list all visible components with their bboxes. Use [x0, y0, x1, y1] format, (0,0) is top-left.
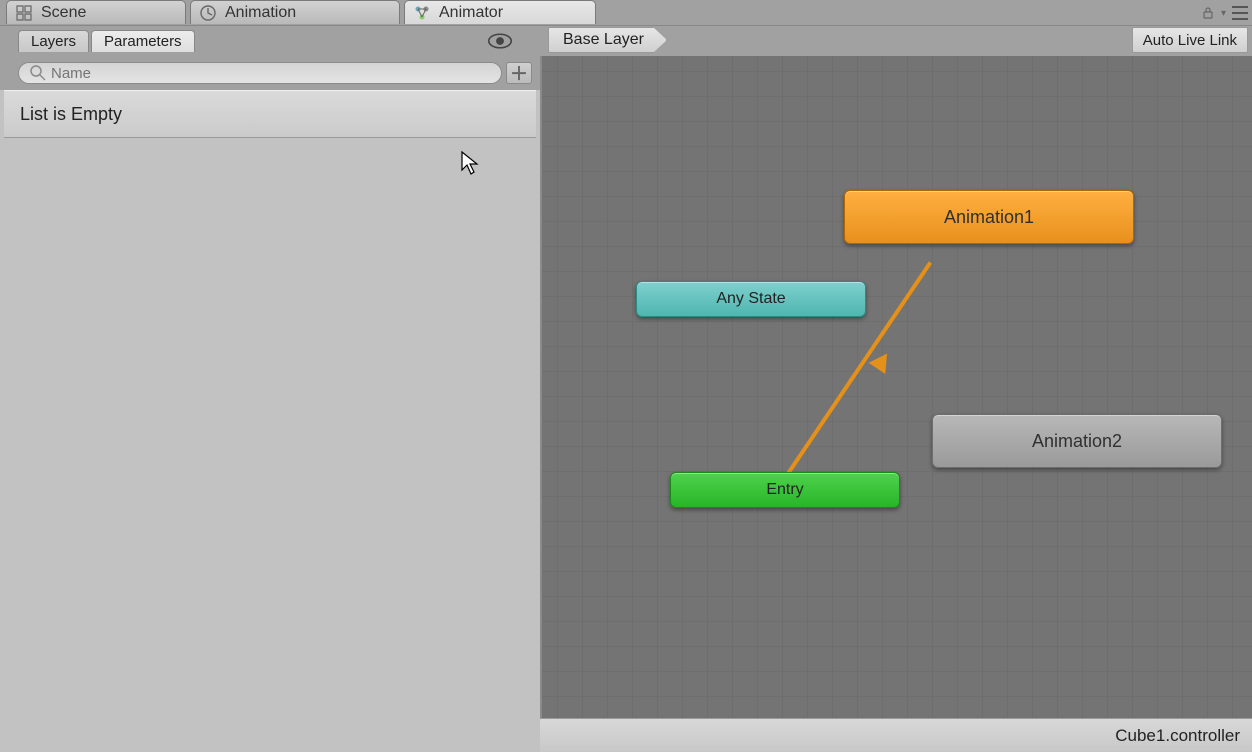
- node-entry[interactable]: Entry: [670, 472, 900, 508]
- parameter-list-empty: List is Empty: [4, 90, 536, 138]
- tab-scene-label: Scene: [41, 4, 86, 22]
- tab-animator-label: Animator: [439, 4, 503, 22]
- tab-animator[interactable]: Animator: [404, 0, 596, 24]
- parameters-panel: List is Empty: [0, 90, 540, 752]
- node-animation1[interactable]: Animation1: [844, 190, 1134, 244]
- add-parameter-button[interactable]: ＋: [506, 62, 532, 84]
- param-subtabs: Layers Parameters: [18, 30, 197, 54]
- node-animation1-label: Animation1: [944, 207, 1034, 228]
- parameter-search-input[interactable]: [51, 65, 491, 82]
- state-machine-graph[interactable]: Any State Animation1 Animation2 Entry: [542, 56, 1252, 718]
- animator-toolbar: Layers Parameters Base Layer Auto Live L…: [0, 26, 1252, 54]
- subtab-parameters-label: Parameters: [104, 33, 182, 50]
- node-entry-label: Entry: [766, 481, 803, 499]
- clock-icon: [199, 4, 217, 22]
- node-animation2-label: Animation2: [1032, 431, 1122, 452]
- parameter-list-empty-label: List is Empty: [20, 104, 122, 125]
- subtab-parameters[interactable]: Parameters: [91, 30, 195, 52]
- subtab-layers[interactable]: Layers: [18, 30, 89, 52]
- window-tools: ▾: [1201, 4, 1250, 22]
- parameter-search-row: ＋: [18, 58, 532, 88]
- parameter-search[interactable]: [18, 62, 502, 84]
- lock-icon[interactable]: [1201, 6, 1215, 20]
- transition-arrowhead-icon: [869, 348, 896, 374]
- visibility-toggle[interactable]: [470, 30, 530, 52]
- node-any-state[interactable]: Any State: [636, 281, 866, 317]
- animator-icon: [413, 4, 431, 22]
- node-animation2[interactable]: Animation2: [932, 414, 1222, 468]
- breadcrumb-base-layer[interactable]: Base Layer: [548, 27, 667, 53]
- subtab-layers-label: Layers: [31, 33, 76, 50]
- tab-scene[interactable]: Scene: [6, 0, 186, 24]
- scene-icon: [15, 4, 33, 22]
- auto-live-link-label: Auto Live Link: [1143, 32, 1237, 49]
- eye-icon: [485, 32, 515, 50]
- breadcrumb-label: Base Layer: [563, 31, 644, 49]
- plus-icon: ＋: [510, 60, 528, 86]
- status-bar: Cube1.controller: [540, 718, 1252, 752]
- search-icon: [29, 64, 47, 82]
- panel-menu-icon[interactable]: [1232, 6, 1250, 20]
- tab-animation-label: Animation: [225, 4, 296, 22]
- auto-live-link-button[interactable]: Auto Live Link: [1132, 27, 1248, 53]
- node-any-state-label: Any State: [716, 290, 785, 308]
- dropdown-caret-icon[interactable]: ▾: [1221, 8, 1226, 19]
- window-tabstrip: Scene Animation Animator ▾: [0, 0, 1252, 26]
- tab-animation[interactable]: Animation: [190, 0, 400, 24]
- status-controller-name: Cube1.controller: [1115, 726, 1240, 746]
